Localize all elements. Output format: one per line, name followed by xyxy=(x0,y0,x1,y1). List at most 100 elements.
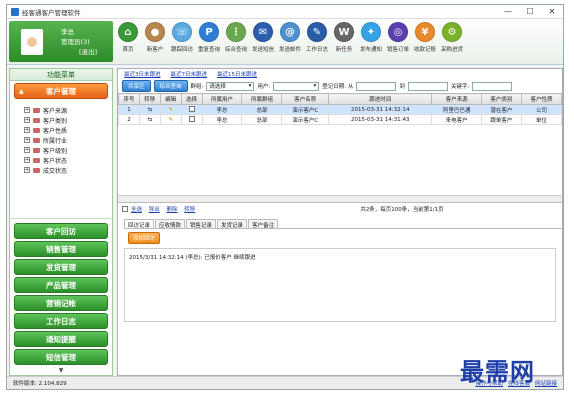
toolbar-button-3[interactable]: P 重复查询 xyxy=(196,22,222,53)
sidebar-item-1[interactable]: 销售管理 xyxy=(14,241,108,257)
close-button[interactable]: ✕ xyxy=(541,5,563,19)
column-header[interactable]: 序号 xyxy=(118,93,140,105)
expand-icon[interactable]: + xyxy=(24,107,30,113)
tree-item[interactable]: + 客户状态 xyxy=(24,155,112,165)
toolbar-button-8[interactable]: W 新任务 xyxy=(331,22,357,53)
logout-link[interactable]: [退出] xyxy=(79,47,97,57)
transfer-icon[interactable]: ⇆ xyxy=(148,117,153,123)
toolbar-label: 发布通知 xyxy=(359,47,382,53)
table-cell: 演示客户C xyxy=(281,104,330,115)
toolbar-button-2[interactable]: ☏ 跟踪回访 xyxy=(169,22,195,53)
sidebar-item-5[interactable]: 工作日志 xyxy=(14,313,108,329)
edit-icon[interactable]: ✎ xyxy=(168,117,173,123)
select-all-link[interactable]: 全选 xyxy=(131,207,142,213)
toolbar-label: 重复查询 xyxy=(197,47,220,53)
maximize-button[interactable]: ☐ xyxy=(519,5,541,19)
tree-item[interactable]: + 客户性质 xyxy=(24,125,112,135)
table-cell: 公司 xyxy=(520,104,563,115)
toolbar-label: 跟踪回访 xyxy=(170,47,193,53)
table-cell: 潜在客户 xyxy=(480,104,522,115)
detail-tab[interactable]: 回访记录 xyxy=(124,219,155,229)
select-all-checkbox[interactable] xyxy=(122,206,128,212)
column-header[interactable]: 选择 xyxy=(180,93,203,105)
scroll-down-icon[interactable]: ▼ xyxy=(10,367,112,375)
column-header[interactable]: 所属群组 xyxy=(241,93,283,105)
tree-label: 客户级别 xyxy=(43,147,68,155)
tree-label: 客户状态 xyxy=(43,157,68,165)
expand-icon[interactable]: + xyxy=(24,137,30,143)
table-row[interactable]: 2 ⇆ ✎ 李总 总部 演示客户C 2015-03-31 14:31:43 来电客户 跟单客户单… xyxy=(118,114,563,125)
column-header[interactable]: 所属用户 xyxy=(201,93,243,105)
horizontal-scrollbar[interactable] xyxy=(118,195,562,202)
tree-item[interactable]: + 客户类别 xyxy=(24,115,112,125)
toolbar-button-5[interactable]: ✉ 发送短信 xyxy=(250,22,276,53)
toolbar-button-0[interactable]: ⌂ 首页 xyxy=(115,22,141,53)
sidebar-item-customer-management[interactable]: ▲ 客户管理 xyxy=(14,83,108,99)
keyword-input[interactable] xyxy=(472,81,513,91)
toolbar-button-4[interactable]: ⋮ 综合查询 xyxy=(223,22,249,53)
expand-icon[interactable]: + xyxy=(24,117,30,123)
column-header[interactable]: 客户类别 xyxy=(480,93,522,105)
quick-link[interactable]: 最近7日未跟进 xyxy=(171,70,208,78)
toolbar-button-1[interactable]: ● 新客户 xyxy=(142,22,168,53)
toolbar-button-7[interactable]: ✎ 工作日志 xyxy=(304,22,330,53)
table-row[interactable]: 1 ⇆ ✎ 李总 总部 演示客户C 2015-03-31 14:32:14 阿里巴巴通 潜在客户… xyxy=(118,104,563,115)
quick-link[interactable]: 最近3日未跟进 xyxy=(124,70,161,78)
detail-tab[interactable]: 发货记录 xyxy=(217,219,248,229)
share-area-button[interactable]: 共享区 xyxy=(122,80,151,92)
column-header[interactable]: 客户名称 xyxy=(281,93,330,105)
user-select[interactable]: ▾ xyxy=(273,81,320,91)
folder-icon xyxy=(33,127,40,133)
sidebar-item-0[interactable]: 客户回访 xyxy=(14,223,108,239)
sidebar-item-4[interactable]: 营销记帐 xyxy=(14,295,108,311)
sidebar-item-7[interactable]: 短信管理 xyxy=(14,349,108,365)
edit-icon[interactable]: ✎ xyxy=(168,107,173,113)
tree-item[interactable]: + 客户级别 xyxy=(24,145,112,155)
sidebar-item-3[interactable]: 产品管理 xyxy=(14,277,108,293)
tree-item[interactable]: + 所属行业 xyxy=(24,135,112,145)
expand-icon[interactable]: + xyxy=(24,127,30,133)
export-link[interactable]: 导出 xyxy=(149,207,160,213)
toolbar-label: 首页 xyxy=(122,47,134,53)
combo-search-button[interactable]: 综合查询 xyxy=(153,80,188,92)
column-header[interactable]: 转移 xyxy=(138,93,161,105)
minimize-button[interactable]: — xyxy=(497,5,519,19)
toolbar-button-6[interactable]: @ 发送邮件 xyxy=(277,22,303,53)
status-link[interactable]: 网站链接 xyxy=(535,379,557,387)
detail-tab[interactable]: 销售记录 xyxy=(186,219,217,229)
date-from-input[interactable] xyxy=(356,81,397,91)
date-to-input[interactable] xyxy=(407,81,448,91)
row-checkbox[interactable] xyxy=(188,115,195,122)
payment-icon: ¥ xyxy=(415,22,435,42)
tree-item[interactable]: + 成交状态 xyxy=(24,165,112,175)
transfer-icon[interactable]: ⇆ xyxy=(148,107,153,113)
add-followup-button[interactable]: 添加回访 xyxy=(128,232,161,244)
toolbar-button-11[interactable]: ¥ 收款记账 xyxy=(412,22,438,53)
expand-icon[interactable]: + xyxy=(24,157,30,163)
pager-info: 共2条，每页100条，当前第1/1页 xyxy=(360,207,444,213)
toolbar-button-9[interactable]: ✦ 发布通知 xyxy=(358,22,384,53)
quick-link[interactable]: 最近15日未跟进 xyxy=(217,70,257,78)
column-header[interactable]: 客户来源 xyxy=(431,93,482,105)
column-header[interactable]: 客户性质 xyxy=(520,93,563,105)
group-select[interactable]: 请选择 ▾ xyxy=(206,81,255,91)
chevron-down-icon: ▾ xyxy=(313,83,317,89)
toolbar-button-12[interactable]: ⚙ 采购进货 xyxy=(439,22,465,53)
expand-icon[interactable]: + xyxy=(24,147,30,153)
sidebar-item-6[interactable]: 通知提醒 xyxy=(14,331,108,347)
detail-tab[interactable]: 客户备注 xyxy=(248,219,279,229)
row-checkbox[interactable] xyxy=(188,105,195,112)
tree-item[interactable]: + 客户来源 xyxy=(24,105,112,115)
transfer-link[interactable]: 转移 xyxy=(184,207,195,213)
table-cell: 总部 xyxy=(241,104,283,115)
toolbar-button-10[interactable]: ◎ 销售订单 xyxy=(385,22,411,53)
sidebar-item-2[interactable]: 发货管理 xyxy=(14,259,108,275)
table-cell: 2015-03-31 14:32:14 xyxy=(328,104,433,115)
expand-icon[interactable]: + xyxy=(24,167,30,173)
detail-tab[interactable]: 应收情款 xyxy=(155,219,186,229)
column-header[interactable]: 编辑 xyxy=(159,93,182,105)
table-cell: 演示客户C xyxy=(281,114,330,125)
folder-icon xyxy=(33,107,40,113)
column-header[interactable]: 跟进时间 xyxy=(328,93,433,105)
delete-link[interactable]: 删除 xyxy=(167,207,178,213)
